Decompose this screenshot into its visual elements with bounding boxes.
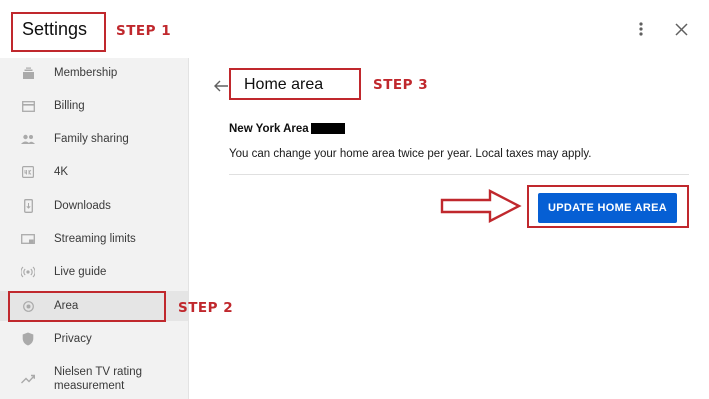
phone-download-icon — [21, 199, 35, 213]
settings-sidebar: Membership Billing Family sharing 4K Dow… — [0, 58, 189, 399]
pointer-arrow-icon — [440, 189, 522, 223]
step1-label: STEP 1 — [116, 23, 172, 39]
step2-highlight-box — [8, 291, 166, 322]
sidebar-item-downloads[interactable]: Downloads — [0, 191, 188, 221]
home-area-description: You can change your home area twice per … — [229, 148, 592, 160]
step3-label: STEP 3 — [373, 77, 429, 93]
sidebar-item-label: Membership — [54, 67, 118, 79]
sidebar-item-membership[interactable]: Membership — [0, 58, 188, 88]
sidebar-item-label: Downloads — [54, 200, 111, 212]
sidebar-item-nielsen[interactable]: Nielsen TV rating measurement — [0, 361, 188, 397]
sidebar-item-privacy[interactable]: Privacy — [0, 324, 188, 354]
sidebar-item-streaming-limits[interactable]: Streaming limits — [0, 224, 188, 254]
header-actions — [631, 19, 691, 39]
broadcast-icon — [21, 265, 35, 279]
cast-screen-icon — [21, 232, 35, 246]
sidebar-item-label: 4K — [54, 166, 69, 178]
close-icon[interactable] — [671, 19, 691, 39]
step1-highlight-box — [11, 12, 106, 52]
sidebar-item-billing[interactable]: Billing — [0, 91, 188, 121]
sidebar-item-label: Live guide — [54, 266, 107, 278]
4k-icon — [21, 165, 35, 179]
home-area-label: New York Area - — [229, 123, 316, 135]
more-vert-icon[interactable] — [631, 19, 651, 39]
sidebar-item-label: Nielsen TV rating measurement — [54, 366, 142, 392]
sidebar-item-label: Family sharing — [54, 133, 129, 145]
people-icon — [21, 132, 35, 146]
sidebar-item-live-guide[interactable]: Live guide — [0, 257, 188, 287]
sidebar-item-family-sharing[interactable]: Family sharing — [0, 124, 188, 154]
divider — [229, 174, 689, 175]
credit-card-icon — [21, 99, 35, 113]
sidebar-item-label: Streaming limits — [54, 233, 136, 245]
step3-highlight-box — [229, 68, 361, 100]
redacted-zip-bar — [311, 123, 345, 134]
step2-label: STEP 2 — [178, 300, 234, 316]
home-area-panel — [189, 58, 709, 399]
sidebar-item-label: Privacy — [54, 333, 92, 345]
membership-icon — [21, 66, 35, 80]
trending-icon — [21, 372, 35, 386]
back-arrow-icon[interactable] — [213, 78, 229, 94]
button-highlight-box — [527, 185, 689, 228]
shield-icon — [21, 332, 35, 346]
settings-header: Settings — [0, 0, 709, 58]
sidebar-item-4k[interactable]: 4K — [0, 157, 188, 187]
sidebar-item-label: Billing — [54, 100, 85, 112]
